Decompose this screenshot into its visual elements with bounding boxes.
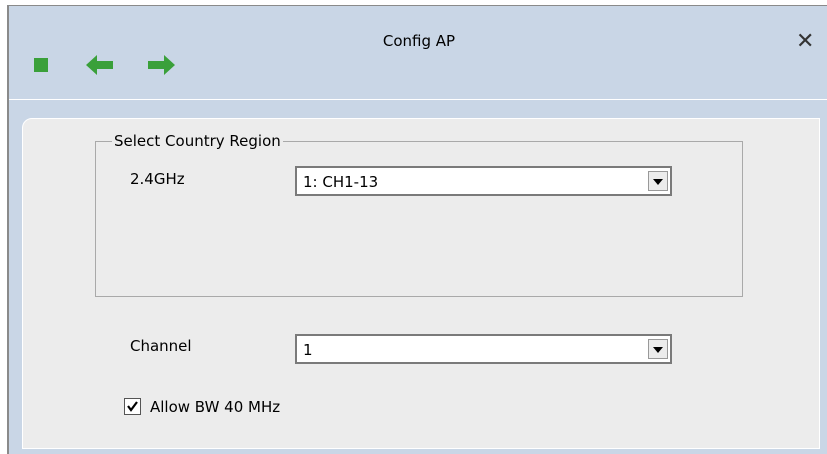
channel-select[interactable]: 1 (295, 334, 672, 364)
window-title: Config AP (382, 32, 456, 50)
chevron-down-icon[interactable] (648, 339, 668, 359)
country-region-group-title: Select Country Region (112, 132, 283, 150)
forward-arrow-icon[interactable] (148, 54, 176, 80)
country-region-groupbox (95, 141, 743, 297)
country-region-select[interactable]: 1: CH1-13 (295, 166, 672, 196)
channel-value: 1 (303, 341, 313, 359)
country-region-value: 1: CH1-13 (303, 173, 379, 191)
band-label: 2.4GHz (130, 170, 185, 188)
chevron-down-icon[interactable] (648, 171, 668, 191)
close-button[interactable]: ✕ (796, 31, 814, 53)
channel-label: Channel (130, 337, 192, 355)
allow-bw-40-label[interactable]: Allow BW 40 MHz (150, 398, 280, 416)
allow-bw-40-checkbox[interactable] (124, 398, 141, 415)
checkmark-icon (127, 401, 138, 412)
stop-icon[interactable] (34, 58, 48, 72)
toolbar-divider (9, 99, 827, 100)
back-arrow-icon[interactable] (86, 54, 114, 80)
